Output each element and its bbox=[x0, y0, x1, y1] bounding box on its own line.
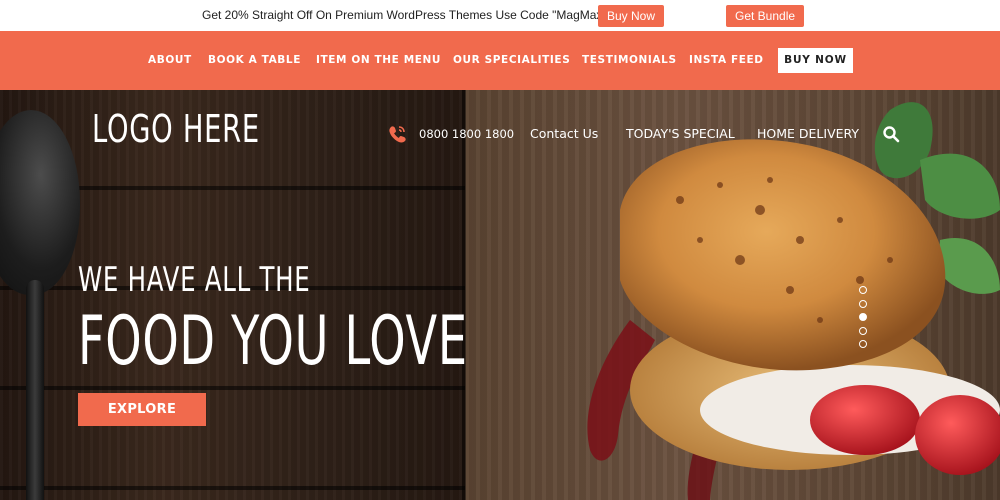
site-logo[interactable]: LOGO HERE bbox=[92, 107, 260, 151]
slider-dot[interactable] bbox=[859, 313, 867, 321]
promo-text: Get 20% Straight Off On Premium WordPres… bbox=[202, 8, 631, 22]
home-delivery-link[interactable]: HOME DELIVERY bbox=[757, 126, 859, 141]
explore-button[interactable]: EXPLORE bbox=[78, 393, 206, 426]
slider-dot[interactable] bbox=[859, 299, 867, 308]
nav-item-insta-feed[interactable]: INSTA FEED bbox=[689, 54, 764, 66]
slider-dot[interactable] bbox=[859, 286, 867, 294]
phone-icon bbox=[389, 126, 406, 143]
slider-dot[interactable] bbox=[859, 326, 867, 335]
search-icon[interactable] bbox=[882, 125, 900, 143]
contact-us-link[interactable]: Contact Us bbox=[530, 126, 598, 141]
hero-section: LOGO HERE 0800 1800 1800 Contact Us TODA… bbox=[0, 90, 1000, 500]
nav-item-menu[interactable]: ITEM ON THE MENU bbox=[316, 54, 441, 66]
promo-buy-now-button[interactable]: Buy Now bbox=[598, 5, 665, 27]
hero-tagline-large: FOOD YOU LOVE bbox=[78, 302, 468, 381]
board-seam bbox=[462, 90, 466, 500]
phone-number[interactable]: 0800 1800 1800 bbox=[419, 127, 514, 141]
nav-item-book-a-table[interactable]: BOOK A TABLE bbox=[208, 54, 301, 66]
nav-item-about[interactable]: ABOUT bbox=[148, 54, 192, 66]
hero-tagline-small: WE HAVE ALL THE bbox=[78, 260, 311, 300]
spoon-handle-image bbox=[26, 280, 44, 500]
slider-dot[interactable] bbox=[859, 340, 867, 348]
todays-special-link[interactable]: TODAY'S SPECIAL bbox=[626, 126, 735, 141]
nav-item-testimonials[interactable]: TESTIMONIALS bbox=[582, 54, 677, 66]
promo-bar: Get 20% Straight Off On Premium WordPres… bbox=[0, 0, 1000, 31]
food-image bbox=[587, 102, 1000, 500]
promo-get-bundle-button[interactable]: Get Bundle bbox=[726, 5, 805, 27]
nav-item-specialities[interactable]: OUR SPECIALITIES bbox=[453, 54, 570, 66]
nav-buy-now-button[interactable]: BUY NOW bbox=[778, 48, 853, 73]
main-navbar: ABOUT BOOK A TABLE ITEM ON THE MENU OUR … bbox=[0, 31, 1000, 90]
